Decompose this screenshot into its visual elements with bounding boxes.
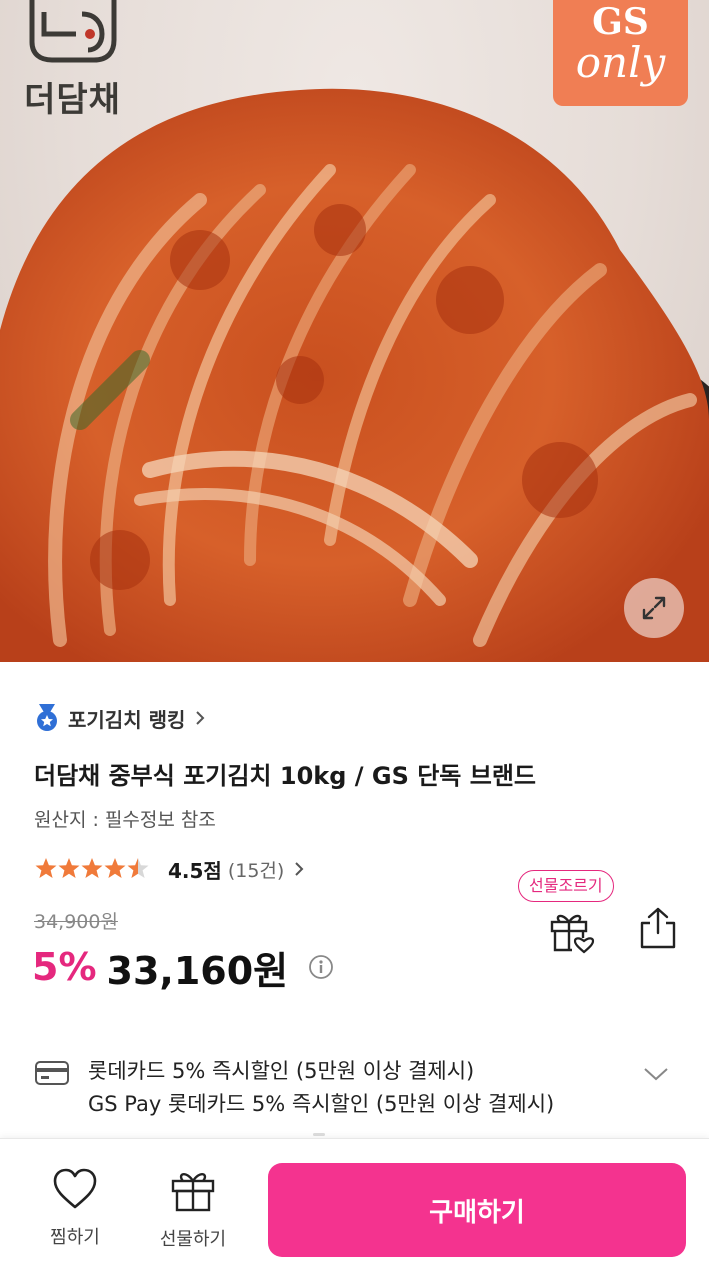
card-benefit-text: 롯데카드 5% 즉시할인 (5만원 이상 결제시) GS Pay 롯데카드 5%… — [88, 1055, 554, 1121]
card-benefit-line-1: 롯데카드 5% 즉시할인 (5만원 이상 결제시) — [88, 1059, 475, 1083]
buy-button[interactable]: 구매하기 — [268, 1163, 686, 1257]
gift-icon — [171, 1173, 215, 1212]
star-icon — [35, 858, 149, 878]
ranking-link[interactable]: 포기김치 랭킹 — [34, 703, 207, 733]
review-count: (15건) — [227, 859, 285, 882]
product-image[interactable]: 더담채 GS only — [0, 0, 709, 662]
badge-line-1: GS — [592, 1, 649, 43]
wishlist-label: 찜하기 — [50, 1227, 100, 1248]
expand-image-button[interactable] — [624, 578, 684, 638]
brand-logo-mark — [29, 0, 117, 63]
divider — [313, 1133, 325, 1136]
ranking-medal-icon — [37, 704, 57, 731]
rating-stars — [34, 857, 154, 881]
original-price: 34,900원 — [34, 911, 118, 933]
price-row: 5% 33,160원 — [32, 940, 334, 994]
bottom-action-bar: 찜하기 선물하기 구매하기 — [0, 1138, 709, 1280]
discount-rate: 5% — [32, 945, 97, 989]
brand-logo: 더담채 — [10, 0, 135, 120]
product-title: 더담채 중부식 포기김치 10kg / GS 단독 브랜드 — [34, 762, 536, 790]
card-icon — [35, 1061, 69, 1085]
brand-name: 더담채 — [24, 80, 121, 120]
expand-icon — [642, 596, 666, 620]
badge-line-2: only — [575, 38, 666, 87]
share-icon[interactable] — [636, 905, 680, 951]
heart-icon — [53, 1168, 97, 1209]
info-icon[interactable] — [308, 954, 334, 980]
product-origin: 원산지 : 필수정보 참조 — [34, 809, 216, 831]
rating-link[interactable]: 4.5점 (15건) — [34, 853, 306, 885]
card-benefit-line-2: GS Pay 롯데카드 5% 즉시할인 (5만원 이상 결제시) — [88, 1092, 555, 1116]
ranking-label: 포기김치 랭킹 — [68, 707, 186, 732]
sale-price: 33,160원 — [106, 948, 289, 993]
gift-button[interactable]: 선물하기 — [148, 1167, 238, 1251]
chevron-right-icon — [196, 711, 205, 725]
gift-icon[interactable] — [548, 908, 596, 956]
chevron-right-icon — [295, 862, 304, 876]
chevron-down-icon[interactable] — [642, 1065, 670, 1083]
rating-score: 4.5점 — [168, 858, 222, 883]
wishlist-button[interactable]: 찜하기 — [30, 1167, 120, 1249]
gift-label: 선물하기 — [159, 1229, 227, 1250]
gs-only-badge: GS only — [553, 0, 688, 106]
gift-request-button[interactable]: 선물조르기 — [518, 870, 614, 902]
